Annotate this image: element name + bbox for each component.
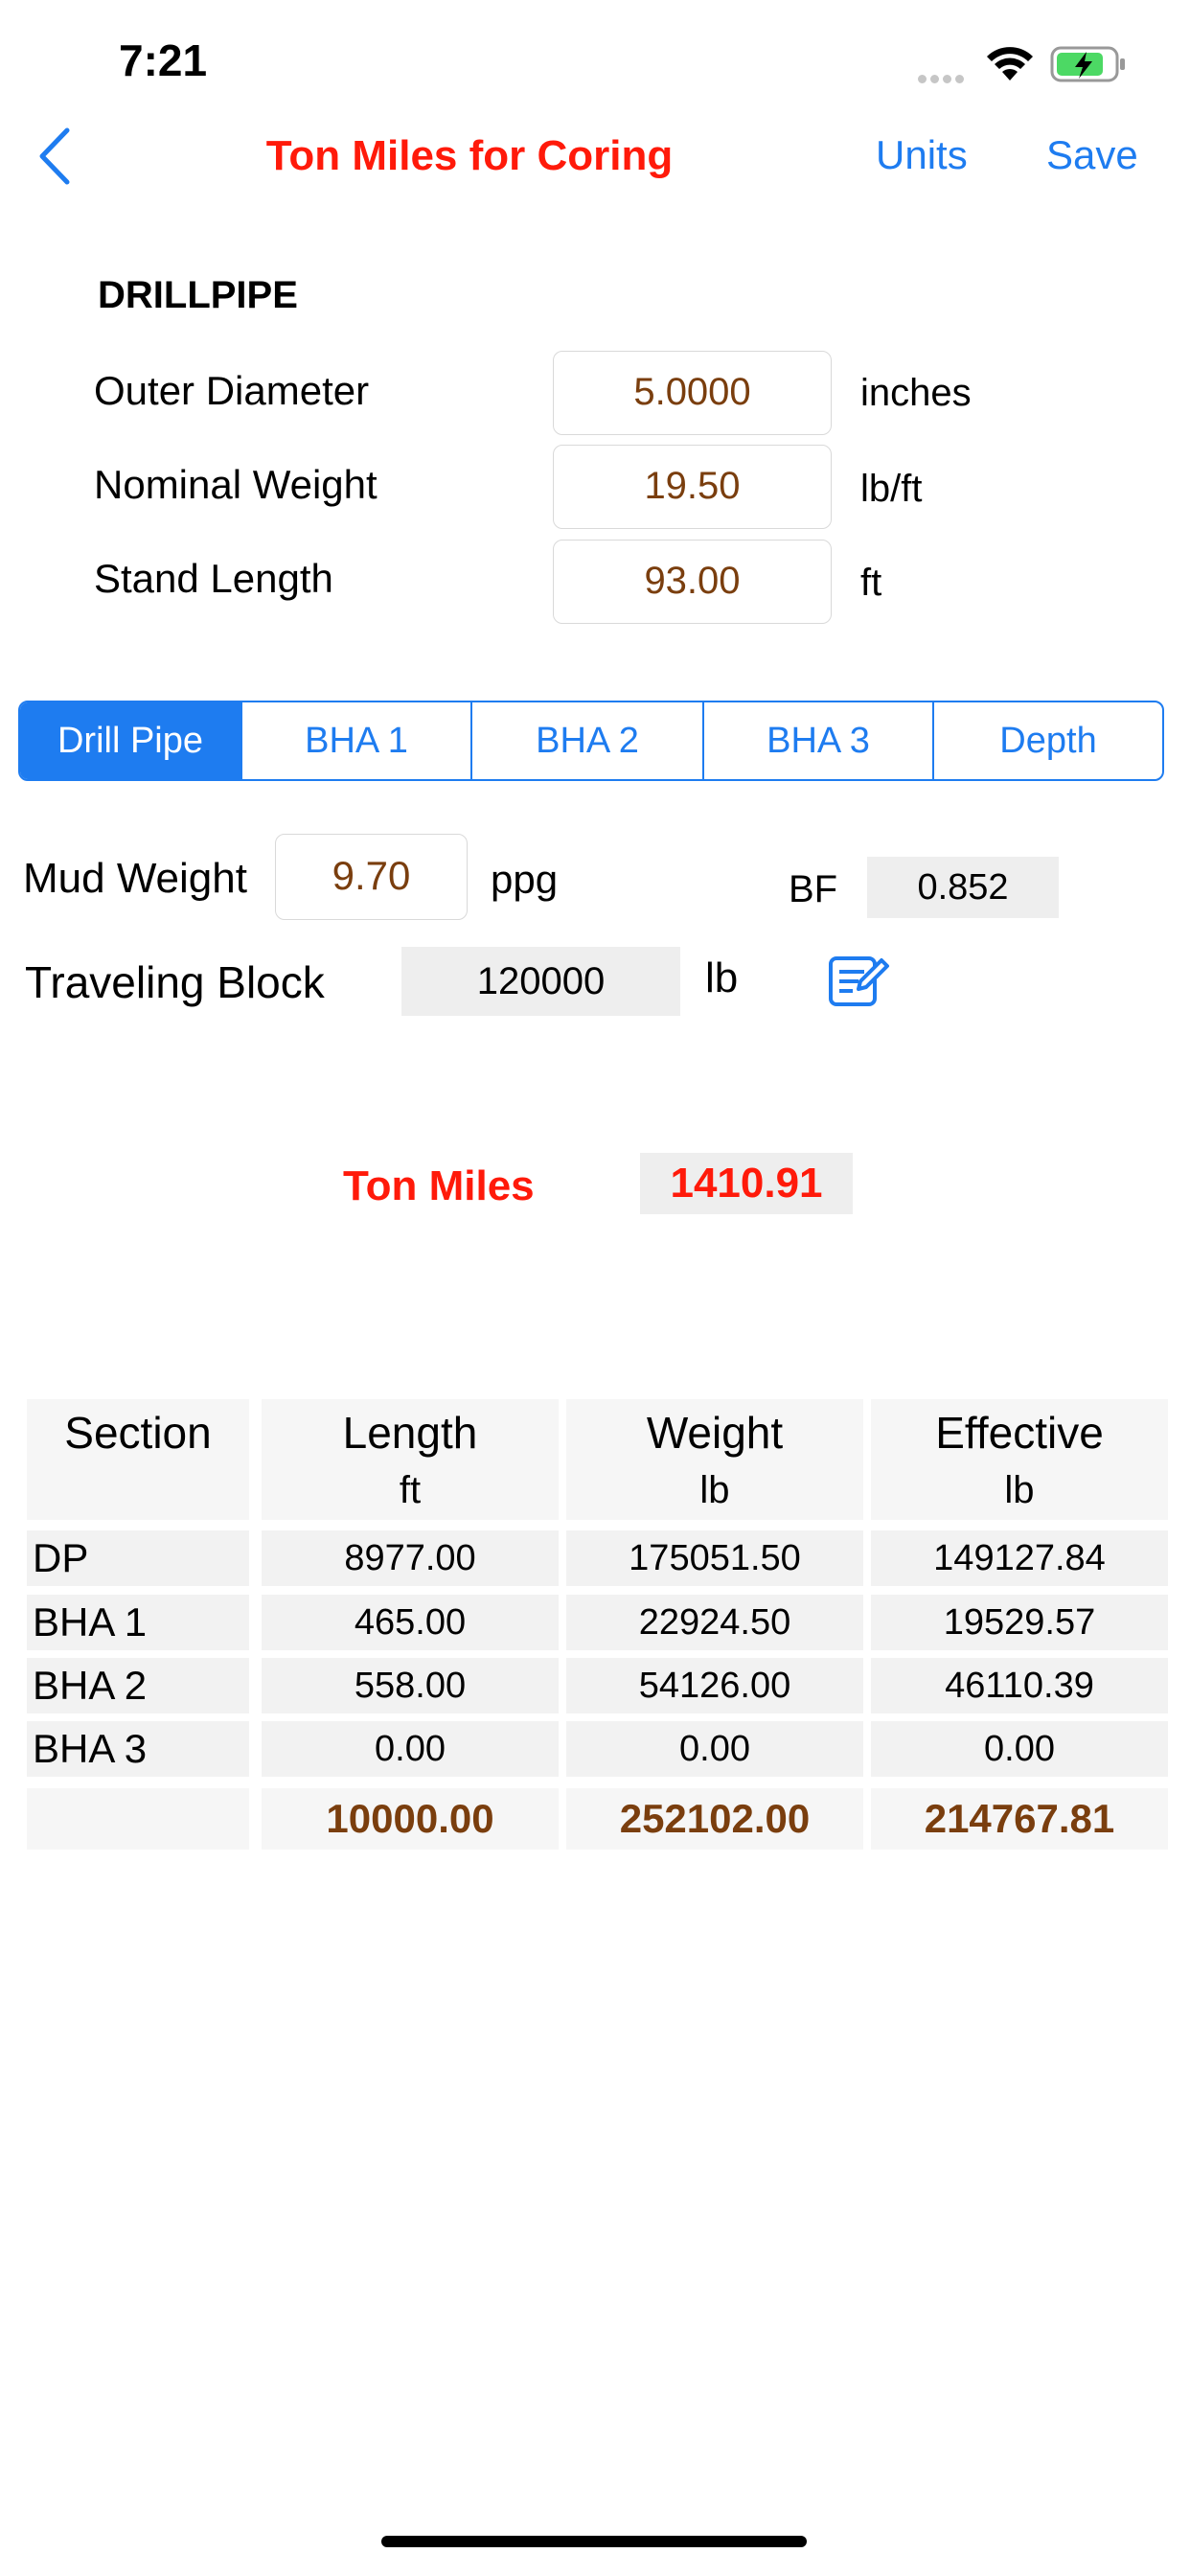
table-cell-length: 0.00: [262, 1721, 559, 1777]
table-cell-effective: 149127.84: [871, 1530, 1168, 1586]
ton-miles-value: 1410.91: [640, 1153, 853, 1214]
outer-diameter-label: Outer Diameter: [94, 368, 370, 413]
mud-weight-label: Mud Weight: [23, 855, 247, 902]
tab-drill-pipe[interactable]: Drill Pipe: [20, 702, 240, 779]
table-cell-length: 558.00: [262, 1658, 559, 1714]
table-cell-effective: 19529.57: [871, 1595, 1168, 1650]
battery-charging-icon: [1050, 46, 1127, 89]
home-indicator[interactable]: [381, 2536, 807, 2547]
outer-diameter-input[interactable]: 5.0000: [553, 351, 832, 435]
table-cell-length: 465.00: [262, 1595, 559, 1650]
tab-bha-2[interactable]: BHA 2: [470, 702, 702, 779]
totals-label: [27, 1788, 249, 1850]
column-header-weight: Weight lb: [566, 1399, 863, 1520]
table-cell-effective: 46110.39: [871, 1658, 1168, 1714]
status-time: 7:21: [119, 35, 208, 85]
column-header-length: Length ft: [262, 1399, 559, 1520]
edit-note-icon[interactable]: [828, 953, 891, 1015]
table-cell-weight: 22924.50: [566, 1595, 863, 1650]
stand-length-unit: ft: [860, 562, 882, 604]
total-length: 10000.00: [262, 1788, 559, 1850]
table-row-label: DP: [27, 1530, 249, 1586]
total-weight: 252102.00: [566, 1788, 863, 1850]
table-cell-weight: 175051.50: [566, 1530, 863, 1586]
mud-weight-input[interactable]: 9.70: [275, 834, 468, 920]
units-button[interactable]: Units: [876, 132, 968, 178]
page-title: Ton Miles for Coring: [265, 132, 674, 179]
cellular-dots-icon: [918, 71, 968, 88]
traveling-block-label: Traveling Block: [25, 957, 325, 1007]
tab-bha-3[interactable]: BHA 3: [702, 702, 932, 779]
table-cell-effective: 0.00: [871, 1721, 1168, 1777]
section-tabs: Drill Pipe BHA 1 BHA 2 BHA 3 Depth: [18, 701, 1164, 781]
stand-length-input[interactable]: 93.00: [553, 540, 832, 624]
table-cell-length: 8977.00: [262, 1530, 559, 1586]
table-row-label: BHA 1: [27, 1595, 249, 1650]
wifi-icon: [983, 44, 1037, 87]
tab-bha-1[interactable]: BHA 1: [240, 702, 470, 779]
nominal-weight-unit: lb/ft: [860, 468, 923, 510]
traveling-block-unit: lb: [705, 954, 739, 1001]
column-header-effective: Effective lb: [871, 1399, 1168, 1520]
drillpipe-heading: DRILLPIPE: [98, 274, 298, 316]
table-cell-weight: 54126.00: [566, 1658, 863, 1714]
mud-weight-unit: ppg: [491, 857, 559, 902]
save-button[interactable]: Save: [1046, 132, 1138, 178]
column-header-section: Section: [27, 1399, 249, 1520]
bf-value: 0.852: [867, 857, 1059, 918]
nominal-weight-label: Nominal Weight: [94, 462, 378, 507]
outer-diameter-unit: inches: [860, 372, 972, 414]
total-effective: 214767.81: [871, 1788, 1168, 1850]
nominal-weight-input[interactable]: 19.50: [553, 445, 832, 529]
traveling-block-value: 120000: [401, 947, 680, 1016]
ton-miles-label: Ton Miles: [343, 1162, 535, 1209]
stand-length-label: Stand Length: [94, 556, 333, 601]
tab-depth[interactable]: Depth: [932, 702, 1162, 779]
table-row-label: BHA 3: [27, 1721, 249, 1777]
table-row-label: BHA 2: [27, 1658, 249, 1714]
table-cell-weight: 0.00: [566, 1721, 863, 1777]
bf-label: BF: [789, 868, 838, 910]
